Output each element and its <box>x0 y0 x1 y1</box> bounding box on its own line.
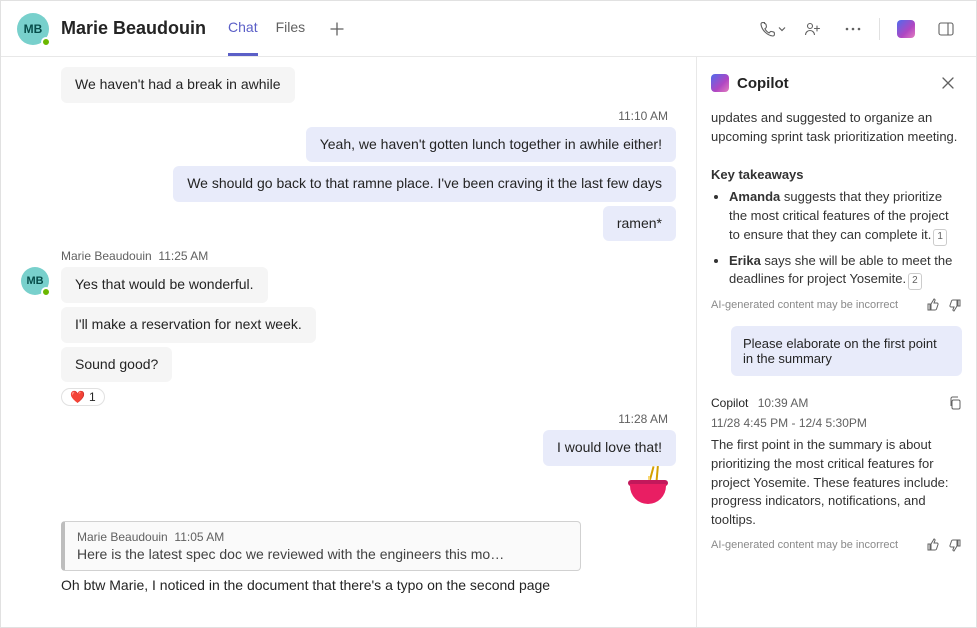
message-bubble[interactable]: Sound good? <box>61 347 172 383</box>
copilot-body[interactable]: updates and suggested to organize an upc… <box>697 109 976 627</box>
sender-label: Marie Beaudouin 11:25 AM <box>61 249 676 263</box>
header-actions <box>759 15 960 43</box>
thumbs-down-icon <box>948 538 962 552</box>
feedback-row: AI-generated content may be incorrect <box>711 538 962 552</box>
plus-icon <box>330 22 344 36</box>
takeaway-item: Erika says she will be able to meet the … <box>729 252 962 290</box>
copilot-header: Copilot <box>697 57 976 109</box>
reply-time: 10:39 AM <box>758 396 809 410</box>
message-bubble[interactable]: I'll make a reservation for next week. <box>61 307 316 343</box>
message-out: Yeah, we haven't gotten lunch together i… <box>21 127 676 163</box>
message-in: I'll make a reservation for next week. <box>21 307 676 343</box>
chevron-down-icon <box>778 25 786 33</box>
copilot-title: Copilot <box>737 75 789 92</box>
copy-icon <box>948 396 962 410</box>
message-bubble[interactable]: Yes that would be wonderful. <box>61 267 268 303</box>
takeaway-name: Amanda <box>729 189 780 204</box>
timestamp: 11:10 AM <box>21 109 668 123</box>
call-button[interactable] <box>759 15 787 43</box>
reply-body: The first point in the summary is about … <box>711 436 962 530</box>
emoji-message[interactable] <box>21 470 668 513</box>
contact-avatar[interactable]: MB <box>17 13 49 45</box>
close-icon <box>941 76 955 90</box>
reply-date-range: 11/28 4:45 PM - 12/4 5:30PM <box>711 416 962 430</box>
message-out: ramen* <box>21 206 676 242</box>
panel-icon <box>938 22 954 36</box>
app-root: MB Marie Beaudouin Chat Files <box>0 0 977 628</box>
quote-sender-row: Marie Beaudouin 11:05 AM <box>77 530 568 544</box>
takeaway-list: Amanda suggests that they prioritize the… <box>711 188 962 290</box>
app-body: We haven't had a break in awhile 11:10 A… <box>1 57 976 627</box>
ramen-bowl-icon <box>628 470 668 504</box>
takeaway-item: Amanda suggests that they prioritize the… <box>729 188 962 245</box>
message-text[interactable]: Oh btw Marie, I noticed in the document … <box>61 577 550 593</box>
message-bubble[interactable]: We haven't had a break in awhile <box>61 67 295 103</box>
reference-badge[interactable]: 2 <box>908 273 922 290</box>
avatar-initials: MB <box>24 22 43 36</box>
quoted-message[interactable]: Marie Beaudouin 11:05 AM Here is the lat… <box>61 521 581 571</box>
thumbs-up-icon <box>926 538 940 552</box>
reference-badge[interactable]: 1 <box>933 229 947 246</box>
add-tab-button[interactable] <box>323 15 351 43</box>
timestamp: 11:28 AM <box>21 412 668 426</box>
thumbs-up-icon <box>926 298 940 312</box>
message-reply: Oh btw Marie, I noticed in the document … <box>61 577 676 593</box>
chat-header: MB Marie Beaudouin Chat Files <box>1 1 976 57</box>
message-out: We should go back to that ramne place. I… <box>21 166 676 202</box>
ai-disclaimer: AI-generated content may be incorrect <box>711 299 918 311</box>
reaction-heart[interactable]: ❤️ 1 <box>61 388 105 406</box>
presence-available-icon <box>41 37 51 47</box>
copilot-icon <box>711 74 729 92</box>
tab-files[interactable]: Files <box>276 1 306 56</box>
thumbs-down-button[interactable] <box>948 538 962 552</box>
avatar-initials: MB <box>26 275 43 287</box>
quote-time: 11:05 AM <box>174 530 224 544</box>
copilot-close-button[interactable] <box>934 69 962 97</box>
copilot-toggle-button[interactable] <box>892 15 920 43</box>
open-panel-button[interactable] <box>932 15 960 43</box>
feedback-row: AI-generated content may be incorrect <box>711 298 962 312</box>
sender-avatar[interactable]: MB <box>21 267 49 295</box>
quote-sender: Marie Beaudouin <box>77 530 168 544</box>
contact-name: Marie Beaudouin <box>61 18 206 39</box>
people-add-button[interactable] <box>799 15 827 43</box>
copilot-summary: updates and suggested to organize an upc… <box>711 109 962 290</box>
reaction-count: 1 <box>89 390 96 404</box>
message-bubble[interactable]: I would love that! <box>543 430 676 466</box>
thumbs-up-button[interactable] <box>926 538 940 552</box>
message-in: We haven't had a break in awhile <box>21 67 676 103</box>
heart-icon: ❤️ <box>70 390 85 404</box>
sender-time: 11:25 AM <box>158 249 208 263</box>
header-tabs: Chat Files <box>228 1 351 56</box>
summary-intro: updates and suggested to organize an upc… <box>711 109 962 147</box>
takeaway-name: Erika <box>729 253 761 268</box>
message-in: MB Yes that would be wonderful. <box>21 267 676 303</box>
more-options-button[interactable] <box>839 15 867 43</box>
people-add-icon <box>804 21 822 37</box>
thumbs-down-button[interactable] <box>948 298 962 312</box>
phone-icon <box>760 21 776 37</box>
key-takeaways-heading: Key takeaways <box>711 167 804 182</box>
more-horizontal-icon <box>845 27 861 31</box>
thumbs-up-button[interactable] <box>926 298 940 312</box>
thumbs-down-icon <box>948 298 962 312</box>
message-out: I would love that! <box>21 430 676 466</box>
reply-sender: Copilot <box>711 396 748 410</box>
quote-text: Here is the latest spec doc we reviewed … <box>77 546 568 562</box>
copilot-reply-header: Copilot 10:39 AM <box>711 390 962 416</box>
user-prompt-bubble[interactable]: Please elaborate on the first point in t… <box>731 326 962 376</box>
copy-button[interactable] <box>948 396 962 410</box>
message-bubble[interactable]: ramen* <box>603 206 676 242</box>
copilot-icon <box>897 20 915 38</box>
presence-available-icon <box>41 287 51 297</box>
message-bubble[interactable]: Yeah, we haven't gotten lunch together i… <box>306 127 676 163</box>
chat-messages[interactable]: We haven't had a break in awhile 11:10 A… <box>1 57 696 627</box>
header-divider <box>879 18 880 40</box>
copilot-panel: Copilot updates and suggested to organiz… <box>696 57 976 627</box>
ai-disclaimer: AI-generated content may be incorrect <box>711 539 918 551</box>
sender-name: Marie Beaudouin <box>61 249 152 263</box>
message-bubble[interactable]: We should go back to that ramne place. I… <box>173 166 676 202</box>
message-in: Sound good? <box>21 347 676 383</box>
tab-chat[interactable]: Chat <box>228 1 258 56</box>
